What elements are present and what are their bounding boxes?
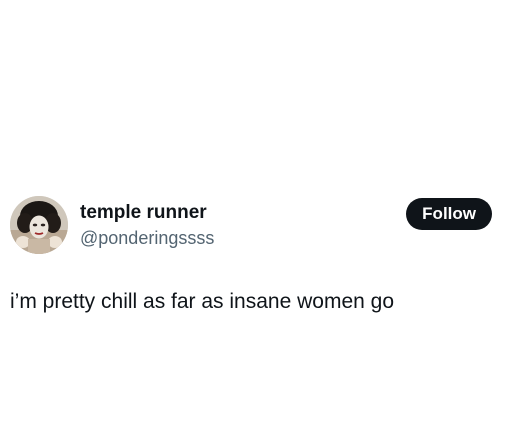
avatar-portrait-icon <box>10 196 68 254</box>
author-names: temple runner @ponderingssss <box>80 202 214 249</box>
avatar[interactable] <box>10 196 68 254</box>
follow-button[interactable]: Follow <box>406 198 492 230</box>
tweet-text: i’m pretty chill as far as insane women … <box>10 290 394 313</box>
author-handle[interactable]: @ponderingssss <box>80 227 214 249</box>
tweet-header: temple runner @ponderingssss Follow <box>10 196 492 256</box>
tweet-card: temple runner @ponderingssss Follow i’m … <box>0 0 512 435</box>
author-display-name[interactable]: temple runner <box>80 202 214 224</box>
